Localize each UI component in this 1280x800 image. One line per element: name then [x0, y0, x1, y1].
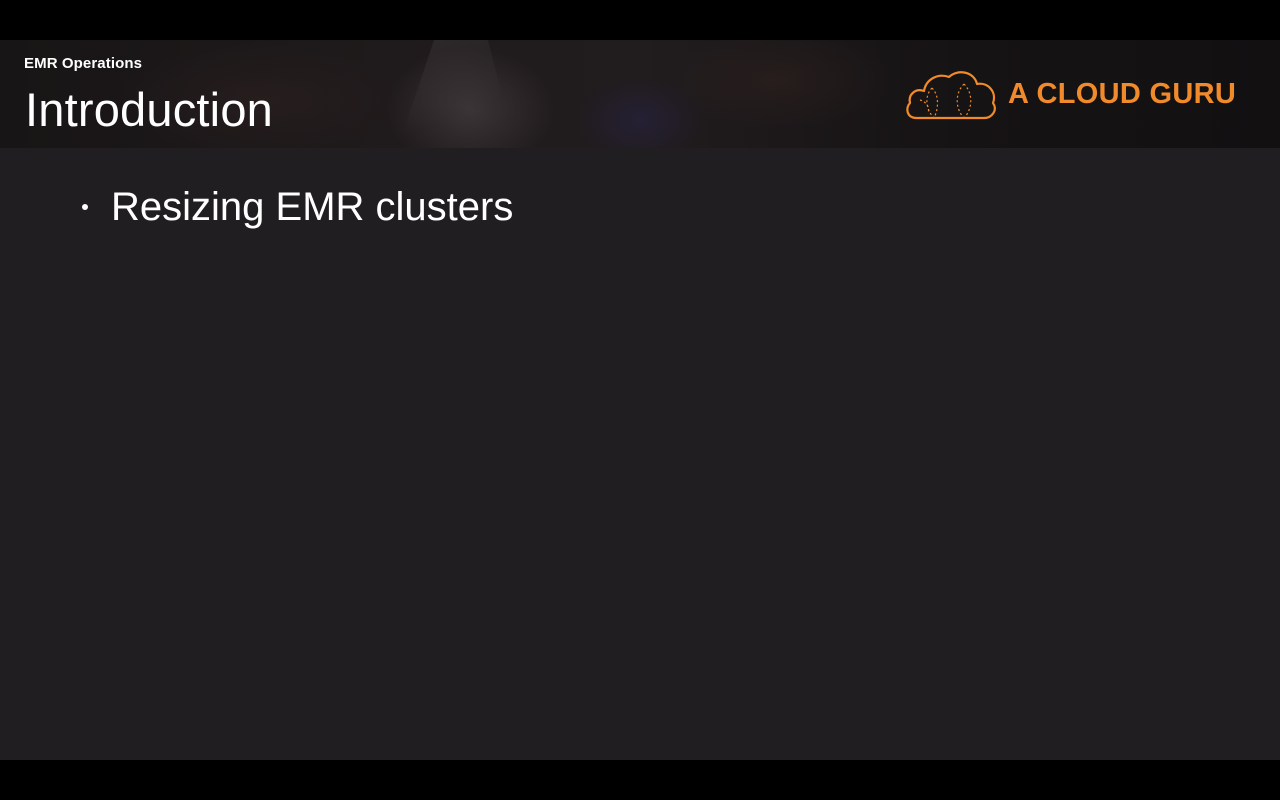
bullet-item: Resizing EMR clusters — [80, 180, 513, 234]
section-title: Introduction — [25, 83, 274, 136]
letterbox-top — [0, 0, 1280, 40]
letterbox-bottom — [0, 760, 1280, 800]
brand-name: A CLOUD GURU — [1008, 78, 1237, 110]
bullet-text: Resizing EMR clusters — [111, 185, 514, 229]
slide-content: Resizing EMR clusters — [0, 148, 1280, 760]
brand-logo-block: A CLOUD GURU — [904, 66, 1244, 122]
cloud-logo-icon — [906, 71, 996, 120]
bullet-dot-icon — [82, 204, 88, 210]
slide: EMR Operations Introduction A CLOUD GURU… — [0, 40, 1280, 760]
slide-header: EMR Operations Introduction A CLOUD GURU — [0, 40, 1280, 148]
bullet-list: Resizing EMR clusters — [80, 180, 513, 234]
course-label: EMR Operations — [24, 55, 143, 72]
